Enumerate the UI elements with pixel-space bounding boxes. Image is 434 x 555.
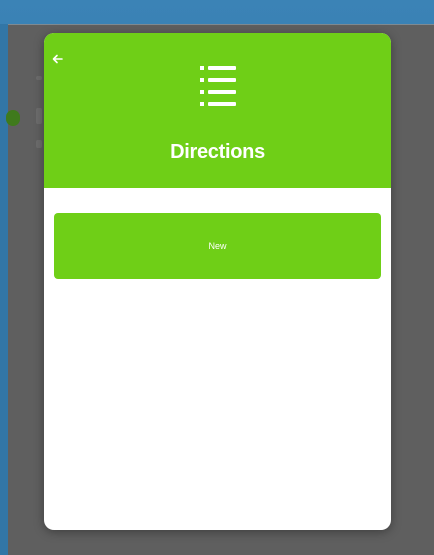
directions-modal: Directions New [44, 33, 391, 530]
modal-title: Directions [170, 141, 265, 163]
new-direction-button[interactable]: New [54, 213, 381, 279]
list-icon [200, 66, 236, 106]
arrow-left-icon [52, 54, 63, 64]
background-left-strip [0, 24, 8, 555]
background-ghost-text [36, 140, 42, 148]
background-status-dot [6, 110, 20, 126]
back-button[interactable] [50, 51, 66, 67]
background-ghost-text [36, 76, 42, 80]
new-button-label: New [208, 241, 227, 251]
modal-header: Directions [44, 33, 391, 188]
background-ghost-text [36, 108, 42, 124]
